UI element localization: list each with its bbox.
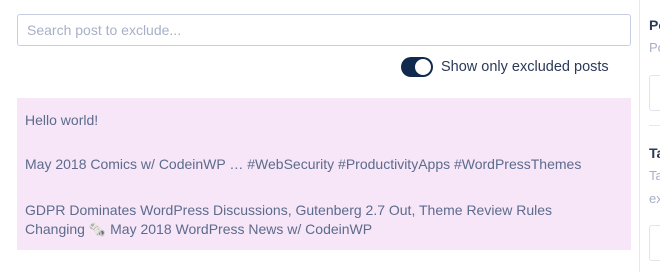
panel-section-subtitle-extra: ex (649, 191, 660, 206)
panel-posts-input[interactable] (649, 75, 660, 111)
panel-divider (649, 125, 660, 126)
exclude-post-search-input[interactable] (17, 14, 631, 46)
show-excluded-label: Show only excluded posts (441, 59, 609, 75)
post-list: Hello world! May 2018 Comics w/ CodeinWP… (17, 98, 631, 250)
show-excluded-toggle[interactable] (401, 57, 433, 77)
panel-section-title-tags: Ta (649, 145, 660, 161)
post-item-may-comics[interactable]: May 2018 Comics w/ CodeinWP … #WebSecuri… (25, 155, 595, 174)
panel-section-subtitle-tags: Ta (649, 168, 660, 183)
post-item-gdpr-news[interactable]: GDPR Dominates WordPress Discussions, Gu… (25, 201, 595, 239)
panel-section-title-posts: Po (649, 17, 660, 33)
excluded-filter-row: Show only excluded posts (401, 55, 609, 79)
panel-section-subtitle-posts: Po (649, 40, 660, 55)
right-settings-panel: Po Po Ta Ta ex (639, 0, 660, 272)
post-item-hello-world[interactable]: Hello world! (25, 111, 595, 130)
panel-tags-input[interactable] (649, 225, 660, 261)
toggle-knob (415, 59, 431, 75)
